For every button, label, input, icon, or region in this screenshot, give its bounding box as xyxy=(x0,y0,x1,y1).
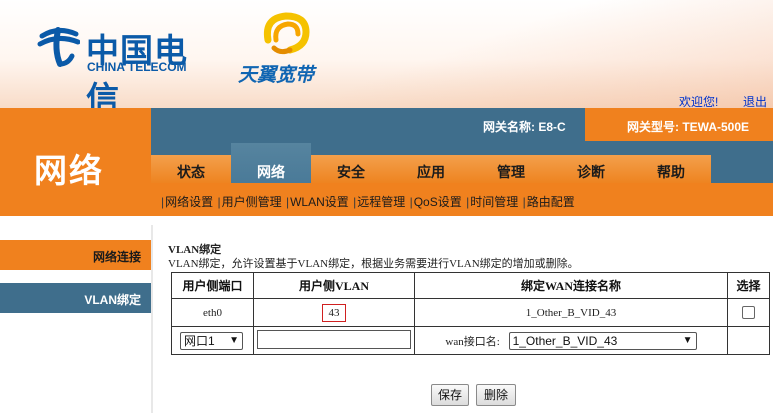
subnav-user-side[interactable]: 用户侧管理 xyxy=(222,195,282,209)
cell-wan-select: wan接口名: 1_Other_B_VID_43 ▼ xyxy=(414,326,728,355)
col-user-port: 用户侧端口 xyxy=(171,272,254,299)
section-description: VLAN绑定，允许设置基于VLAN绑定，根据业务需要进行VLAN绑定的增加或删除… xyxy=(168,258,579,270)
tab-security[interactable]: 安全 xyxy=(311,141,391,183)
cell-vlan: 43 xyxy=(253,298,415,327)
wan-select-value: 1_Other_B_VID_43 xyxy=(512,333,618,348)
col-user-vlan: 用户侧VLAN xyxy=(253,272,415,299)
sub-nav: |网络设置 |用户侧管理 |WLAN设置 |远程管理 |QoS设置 |时间管理 … xyxy=(161,195,575,209)
wan-select[interactable]: 1_Other_B_VID_43 ▼ xyxy=(508,331,697,350)
content-divider xyxy=(151,225,153,413)
vlan-value: 43 xyxy=(322,303,346,322)
table-row: eth0 43 1_Other_B_VID_43 xyxy=(171,298,770,327)
tab-network[interactable]: 网络 xyxy=(231,141,311,183)
cell-port-select: 网口1 ▼ xyxy=(171,326,254,355)
cell-wan: 1_Other_B_VID_43 xyxy=(414,298,728,327)
vlan-input[interactable] xyxy=(257,329,411,349)
chevron-down-icon: ▼ xyxy=(229,334,239,346)
page-title-block: 网络 xyxy=(0,108,151,216)
china-telecom-logo: 中国电信 CHINA TELECOM xyxy=(36,20,216,118)
subnav-network-settings[interactable]: 网络设置 xyxy=(165,195,213,209)
port-select[interactable]: 网口1 ▼ xyxy=(180,331,243,350)
gateway-model: 网关型号: TEWA-500E xyxy=(627,120,750,134)
cell-vlan-input xyxy=(253,326,415,355)
subnav-remote[interactable]: 远程管理 xyxy=(357,195,405,209)
page-title: 网络 xyxy=(34,152,104,189)
tianyi-swirl-icon xyxy=(263,12,310,55)
port-select-value: 网口1 xyxy=(184,333,215,348)
table-header-row: 用户侧端口 用户侧VLAN 绑定WAN连接名称 选择 xyxy=(171,272,770,299)
subnav-wlan[interactable]: WLAN设置 xyxy=(290,195,349,209)
cell-port: eth0 xyxy=(171,298,254,327)
left-nav-vlan-label: VLAN绑定 xyxy=(84,293,141,307)
delete-button[interactable]: 删除 xyxy=(476,384,516,406)
tab-status[interactable]: 状态 xyxy=(151,141,231,183)
tab-diagnosis[interactable]: 诊断 xyxy=(551,141,631,183)
col-wan-name: 绑定WAN连接名称 xyxy=(414,272,728,299)
save-button[interactable]: 保存 xyxy=(431,384,469,406)
tab-application[interactable]: 应用 xyxy=(391,141,471,183)
cell-select xyxy=(727,298,770,327)
row-select-checkbox[interactable] xyxy=(742,306,755,319)
subnav-time[interactable]: 时间管理 xyxy=(470,195,518,209)
tab-management[interactable]: 管理 xyxy=(471,141,551,183)
brand-en: CHINA TELECOM xyxy=(87,60,187,74)
vlan-binding-table: 用户侧端口 用户侧VLAN 绑定WAN连接名称 选择 eth0 43 1_Oth… xyxy=(171,272,770,355)
tianyi-text: 天翼宽带 xyxy=(238,65,315,86)
subnav-routing[interactable]: 路由配置 xyxy=(527,195,575,209)
table-row-new: 网口1 ▼ wan接口名: 1_Other_B_VID_43 ▼ xyxy=(171,326,770,355)
gateway-name: 网关名称: E8-C xyxy=(483,120,566,134)
chevron-down-icon: ▼ xyxy=(682,334,693,346)
cell-empty xyxy=(727,326,770,355)
col-select: 选择 xyxy=(727,272,770,299)
tianyi-logo: 天翼宽带 xyxy=(238,10,328,86)
wan-interface-label: wan接口名: xyxy=(445,335,500,348)
left-nav-item-vlan-binding[interactable]: VLAN绑定 xyxy=(0,283,151,313)
left-nav-connection-label: 网络连接 xyxy=(92,250,141,264)
subnav-qos[interactable]: QoS设置 xyxy=(414,195,462,209)
telecom-emblem-icon xyxy=(37,27,80,67)
left-nav-item-connection[interactable]: 网络连接 xyxy=(0,240,151,270)
tab-help[interactable]: 帮助 xyxy=(631,141,711,183)
